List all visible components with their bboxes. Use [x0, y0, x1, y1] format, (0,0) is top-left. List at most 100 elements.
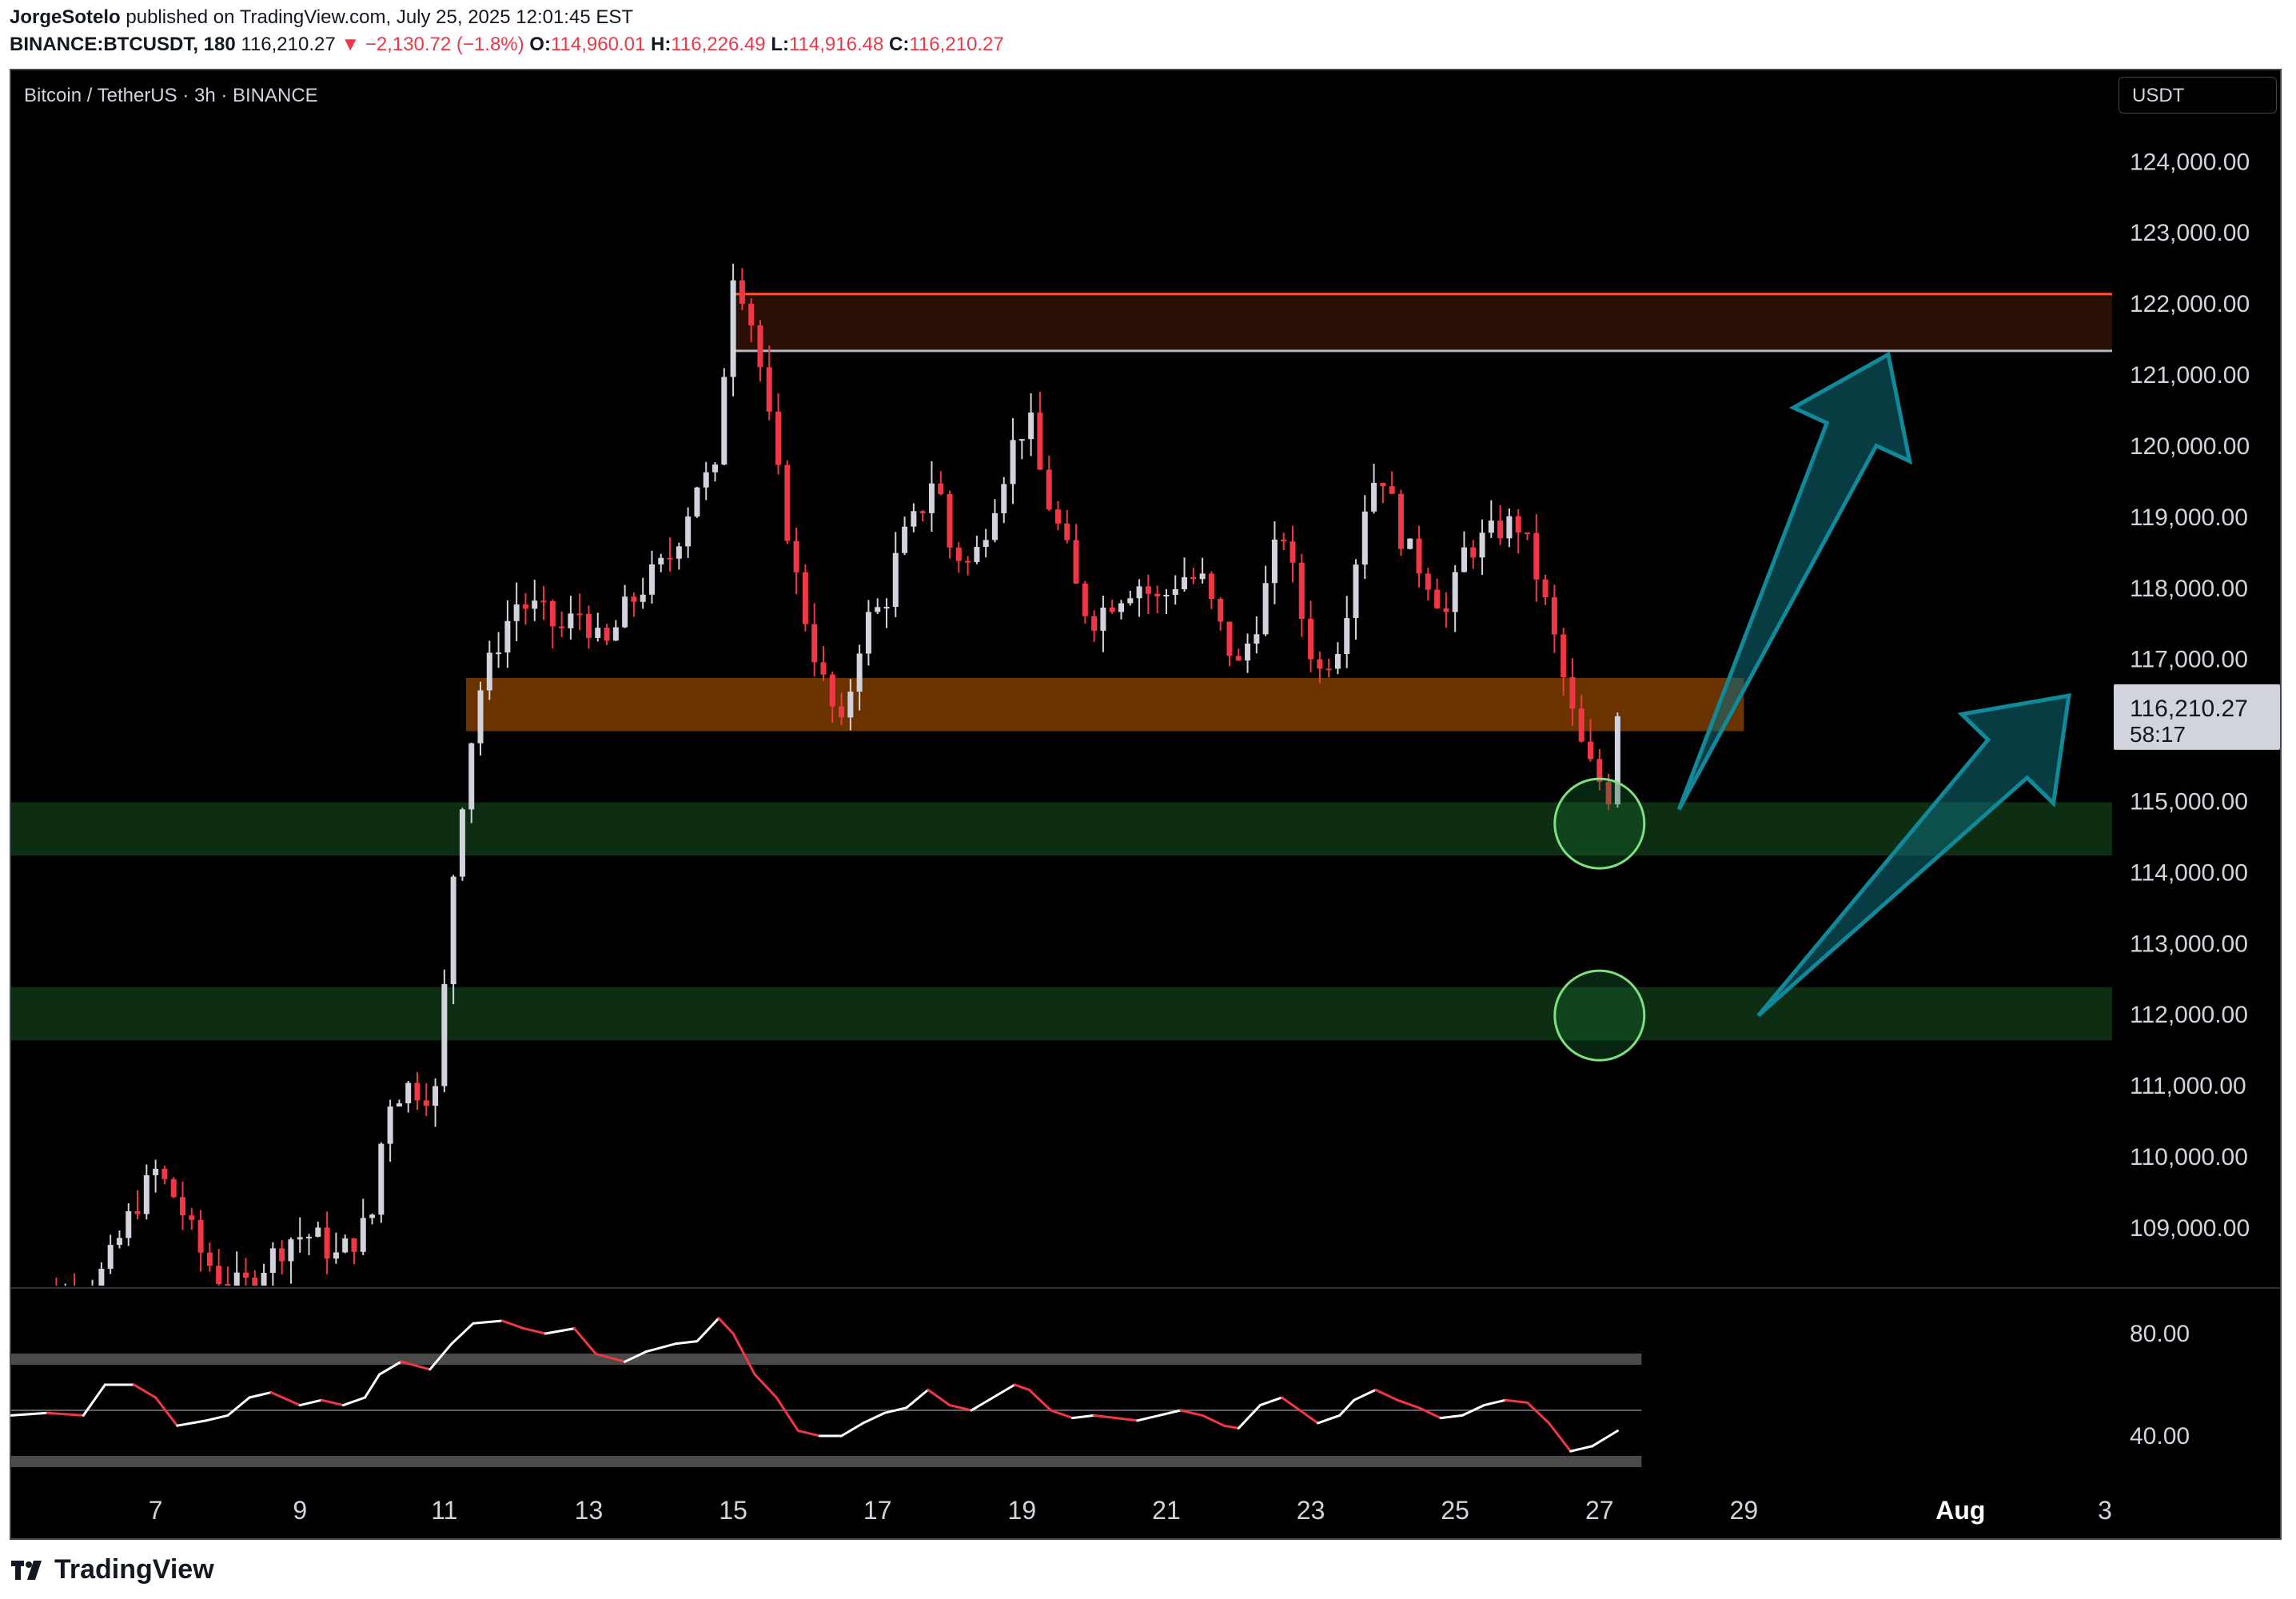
candle-body — [820, 662, 827, 675]
rsi-segment — [1525, 1401, 1551, 1425]
candle — [1533, 514, 1540, 602]
candle — [1208, 571, 1214, 609]
candle-body — [477, 690, 484, 744]
rsi-segment — [10, 1411, 49, 1417]
candle-body — [983, 540, 989, 548]
y-tick-label: 114,000.00 — [2130, 859, 2248, 886]
candle — [324, 1211, 330, 1275]
candle-body — [1271, 539, 1278, 584]
y-tick-label: 124,000.00 — [2130, 149, 2250, 175]
candle — [1064, 509, 1070, 544]
candle-body — [26, 1307, 32, 1311]
rsi-segment — [248, 1391, 273, 1399]
candle — [1218, 597, 1224, 631]
candle — [170, 1177, 177, 1198]
candle-body — [938, 483, 944, 495]
candle-body — [1380, 482, 1386, 487]
candle-body — [739, 280, 745, 304]
candle-body — [1551, 597, 1557, 635]
candle-body — [1569, 677, 1576, 709]
rsi-segment — [1222, 1424, 1240, 1430]
candle — [297, 1217, 303, 1253]
rsi-segment — [1071, 1414, 1096, 1420]
candle-body — [1578, 708, 1584, 742]
rsi-segment — [1258, 1396, 1283, 1407]
candle — [35, 1294, 41, 1329]
candle-body — [35, 1301, 41, 1311]
candle-body — [1028, 413, 1034, 440]
rsi-tick-label: 80.00 — [2130, 1321, 2190, 1347]
price-chart[interactable]: 109,000.00 110,000.00 111,000.00 112,000.00… — [0, 0, 2296, 1599]
candle-body — [604, 628, 610, 641]
x-tick-label: 9 — [293, 1496, 307, 1525]
candle — [892, 532, 899, 617]
candle-body — [396, 1103, 402, 1107]
candle — [504, 600, 511, 668]
candle — [351, 1238, 357, 1265]
candle-body — [432, 1086, 439, 1106]
candle — [1136, 579, 1142, 617]
candle — [676, 542, 682, 570]
candle-body — [1497, 520, 1504, 539]
rsi-segment — [1013, 1383, 1030, 1391]
candle — [1298, 553, 1305, 637]
candle — [55, 1278, 58, 1286]
candle — [568, 596, 574, 640]
candle-body — [153, 1168, 159, 1175]
candle — [1190, 568, 1197, 584]
candle-body — [911, 511, 917, 527]
tradingview-brand[interactable]: TradingView — [11, 1554, 214, 1585]
y-tick-label: 121,000.00 — [2130, 362, 2250, 389]
rsi-segment — [46, 1411, 85, 1417]
rsi-segment — [645, 1342, 677, 1353]
candle — [261, 1263, 267, 1286]
candle — [631, 592, 637, 617]
candle — [1001, 477, 1007, 524]
candle — [974, 536, 980, 564]
candle-body — [1470, 547, 1477, 558]
candle-body — [324, 1227, 330, 1259]
candle-body — [829, 674, 835, 707]
candle-body — [549, 600, 556, 627]
candle-body — [170, 1178, 177, 1198]
candle — [161, 1166, 168, 1185]
x-tick-label: 23 — [1297, 1496, 1325, 1525]
x-tick-label: 15 — [719, 1496, 747, 1525]
rsi-segment — [796, 1430, 821, 1438]
candle-body — [1542, 579, 1549, 598]
rsi-segment — [1114, 1417, 1139, 1422]
candle — [1082, 580, 1088, 624]
candle — [143, 1164, 149, 1220]
candle — [802, 564, 808, 632]
rsi-segment — [154, 1396, 179, 1427]
candle-body — [1361, 511, 1368, 565]
candle-body — [631, 596, 637, 602]
rsi-segment — [927, 1388, 951, 1407]
candle-body — [179, 1197, 185, 1216]
demand-zone-1 — [11, 802, 2112, 856]
candle-body — [559, 626, 565, 628]
candle-body — [1443, 608, 1449, 612]
candle — [441, 969, 448, 1093]
rsi-segment — [1302, 1411, 1320, 1425]
candle — [694, 486, 700, 518]
candle-body — [1353, 564, 1359, 619]
candle — [252, 1270, 258, 1286]
candle-body — [928, 483, 935, 513]
candle — [1281, 532, 1287, 551]
rsi-segment — [1548, 1422, 1573, 1453]
candle-body — [919, 511, 926, 513]
candle-body — [1100, 607, 1106, 631]
candle-body — [1118, 603, 1125, 612]
x-tick-label: 21 — [1152, 1496, 1181, 1525]
rsi-segment — [696, 1317, 720, 1343]
supply-zone — [733, 293, 2112, 351]
rsi-segment — [1353, 1388, 1377, 1402]
candle — [153, 1159, 159, 1193]
candle — [576, 593, 583, 631]
candle-body — [1245, 644, 1251, 661]
candle-body — [1533, 532, 1540, 580]
candle-body — [1091, 616, 1098, 631]
candle-body — [748, 303, 755, 325]
currency-button[interactable]: USDT — [2119, 77, 2277, 114]
